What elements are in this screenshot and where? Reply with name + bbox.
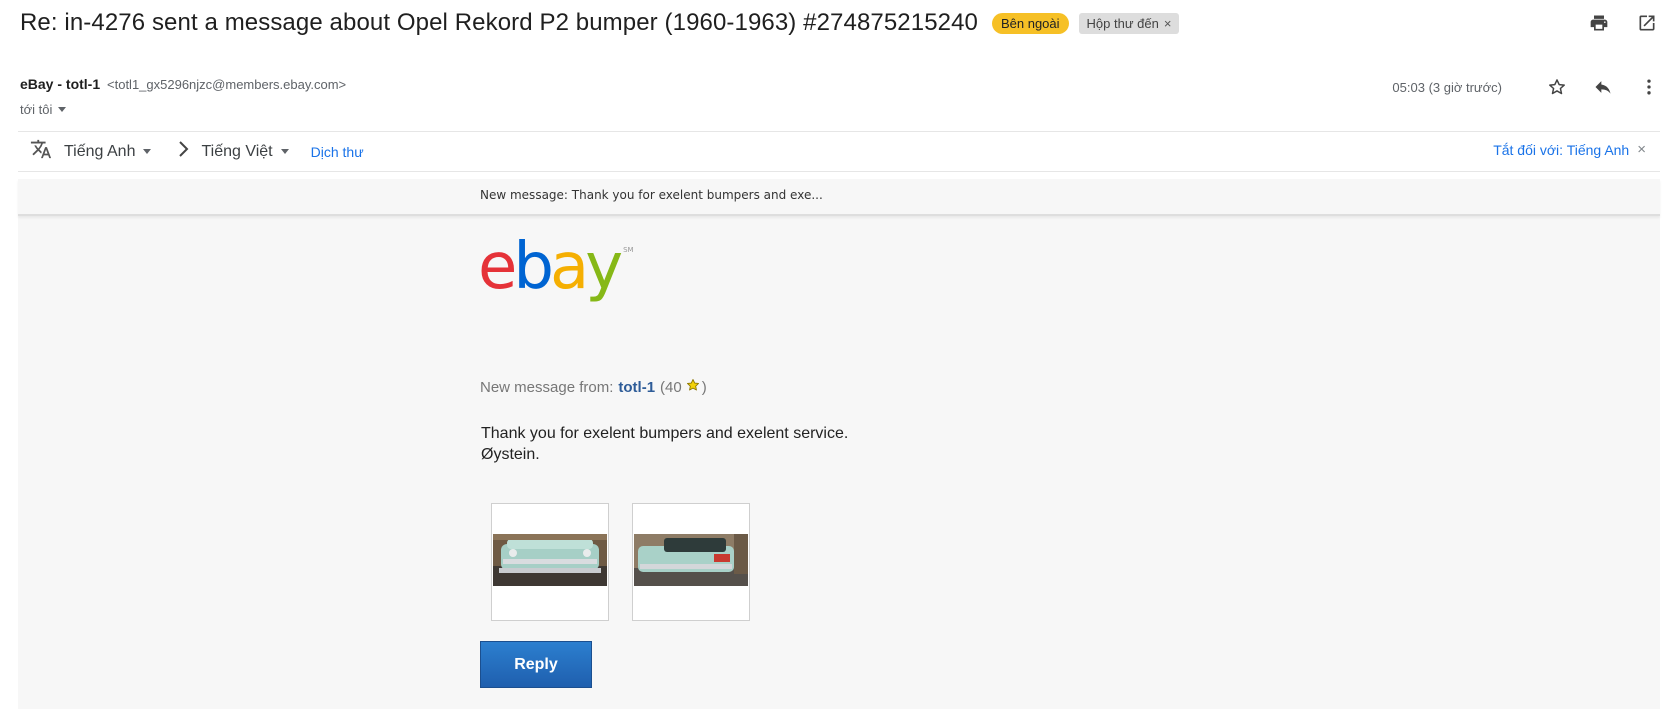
- car-photo-image: [493, 534, 607, 586]
- print-icon[interactable]: [1586, 10, 1612, 36]
- recipient-text: tới tôi: [20, 102, 53, 117]
- logo-letter-b: b: [513, 230, 554, 304]
- message-signature: Øystein.: [481, 446, 540, 463]
- email-subject: Re: in-4276 sent a message about Opel Re…: [20, 9, 978, 36]
- top-actions: [1586, 10, 1660, 36]
- remove-label-icon[interactable]: ×: [1164, 16, 1172, 31]
- message-meta: 05:03 (3 giờ trước): [1392, 74, 1662, 100]
- feedback-score-close: ): [701, 378, 707, 396]
- attachment-thumbnail[interactable]: [491, 503, 609, 621]
- turn-off-translate-link[interactable]: Tắt đối với: Tiếng Anh: [1493, 142, 1629, 158]
- logo-letter-y: y: [585, 230, 623, 304]
- preheader-text: New message: Thank you for exelent bumpe…: [480, 188, 823, 202]
- inbox-label-chip[interactable]: Hộp thư đến ×: [1078, 12, 1180, 34]
- message-time: 05:03 (3 giờ trước): [1392, 79, 1502, 95]
- close-icon[interactable]: ×: [1637, 141, 1646, 158]
- subject-row: Re: in-4276 sent a message about Opel Re…: [20, 6, 1180, 40]
- inbox-label-text: Hộp thư đến: [1086, 15, 1159, 31]
- email-preheader: New message: Thank you for exelent bumpe…: [18, 179, 1660, 216]
- target-language-label: Tiếng Việt: [201, 142, 273, 160]
- logo-letter-a: a: [550, 230, 589, 304]
- feedback-score: (40: [660, 378, 682, 396]
- translate-icon: [30, 138, 52, 165]
- chevron-down-icon: [280, 149, 289, 154]
- message-text: Thank you for exelent bumpers and exelen…: [481, 423, 848, 465]
- chevron-right-icon: [177, 140, 191, 163]
- from-user-link[interactable]: totl-1: [618, 379, 655, 396]
- logo-letter-e: e: [478, 230, 517, 304]
- source-language-select[interactable]: Tiếng Anh: [64, 142, 152, 161]
- ebay-logo[interactable]: ebay SM: [478, 235, 634, 299]
- reply-icon[interactable]: [1590, 74, 1616, 100]
- feedback-star-icon: [686, 378, 700, 396]
- new-message-line: New message from: totl-1 (40 ): [480, 378, 707, 396]
- attachment-thumbnail[interactable]: [632, 503, 750, 621]
- chevron-down-icon: [143, 149, 152, 154]
- sender-name[interactable]: eBay - totl-1: [20, 76, 100, 92]
- chevron-down-icon[interactable]: [58, 107, 67, 112]
- message-line: Thank you for exelent bumpers and exelen…: [481, 425, 849, 442]
- external-label-chip: Bên ngoài: [991, 12, 1069, 34]
- logo-trademark: SM: [623, 246, 634, 254]
- recipient-details-toggle[interactable]: tới tôi: [20, 102, 67, 117]
- sender-email: <totl1_gx5296njzc@members.ebay.com>: [107, 77, 347, 92]
- star-icon[interactable]: [1544, 74, 1570, 100]
- translate-message-link[interactable]: Dịch thư: [311, 144, 364, 160]
- translate-off-control: Tắt đối với: Tiếng Anh ×: [1493, 141, 1646, 158]
- new-message-prefix: New message from:: [480, 378, 614, 396]
- translate-bar: Tiếng Anh Tiếng Việt Dịch thư Tắt đối vớ…: [18, 131, 1660, 172]
- email-body: New message: Thank you for exelent bumpe…: [18, 179, 1660, 709]
- sender-row: eBay - totl-1 <totl1_gx5296njzc@members.…: [20, 76, 346, 92]
- target-language-select[interactable]: Tiếng Việt: [201, 142, 289, 161]
- source-language-label: Tiếng Anh: [64, 142, 136, 160]
- car-photo-image: [634, 534, 748, 586]
- more-vert-icon[interactable]: [1636, 74, 1662, 100]
- reply-button[interactable]: Reply: [480, 641, 592, 688]
- open-in-new-window-icon[interactable]: [1634, 10, 1660, 36]
